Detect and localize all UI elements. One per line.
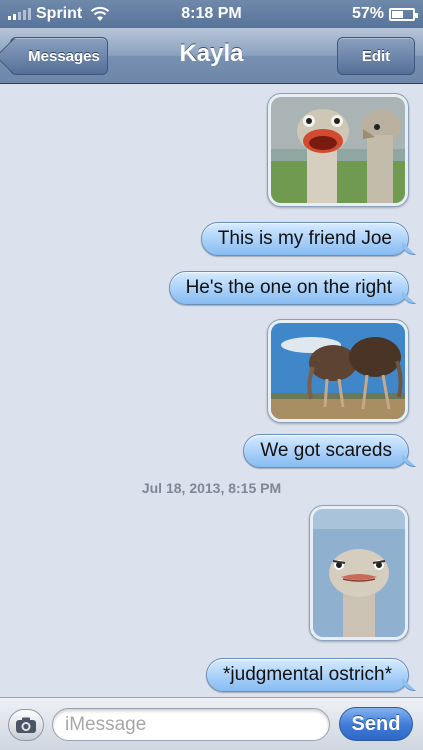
ostriches-heads-down-photo[interactable] xyxy=(267,319,409,423)
navigation-bar: Messages Kayla Edit xyxy=(0,28,423,84)
send-button[interactable]: Send xyxy=(339,707,413,741)
message-bubble[interactable]: He's the one on the right xyxy=(168,271,409,305)
message-thread[interactable]: This is my friend Joe He's the one on th… xyxy=(0,85,423,697)
ostrich-photo-icon xyxy=(271,323,405,419)
ostrich-closeup-photo[interactable] xyxy=(267,93,409,207)
message-bubble[interactable]: This is my friend Joe xyxy=(200,222,409,256)
battery-percentage: 57% xyxy=(351,5,384,22)
message-timestamp: Jul 18, 2013, 8:15 PM xyxy=(141,480,282,496)
camera-icon xyxy=(16,717,36,733)
message-input-bar: Send xyxy=(0,697,423,750)
status-bar: Sprint 8:18 PM 57% xyxy=(0,0,423,28)
battery-icon xyxy=(389,7,418,21)
message-bubble[interactable]: We got scareds xyxy=(243,434,409,468)
camera-button[interactable] xyxy=(8,709,44,741)
imessage-input[interactable] xyxy=(52,708,330,741)
ostrich-photo-icon xyxy=(271,97,405,203)
edit-button[interactable]: Edit xyxy=(337,37,415,75)
ostrich-judgmental-photo[interactable] xyxy=(309,505,409,641)
ostrich-photo-icon xyxy=(313,509,405,637)
message-bubble[interactable]: *judgmental ostrich* xyxy=(206,658,409,692)
